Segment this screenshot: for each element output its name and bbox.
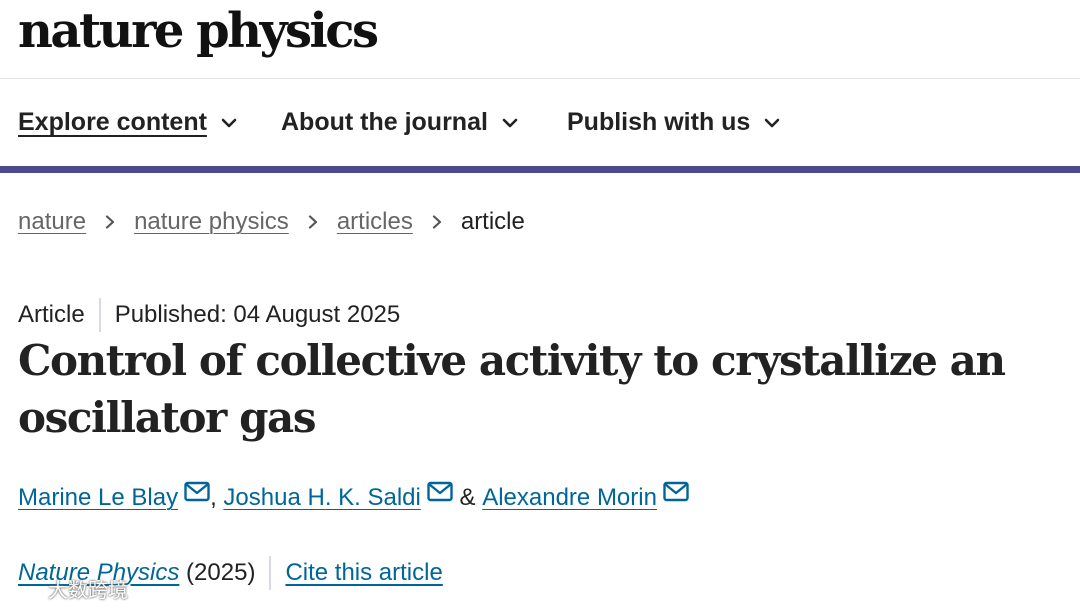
author-link[interactable]: Joshua H. K. Saldi: [223, 484, 420, 512]
nav-about-journal-label: About the journal: [281, 108, 488, 136]
published-date: Published: 04 August 2025: [114, 301, 401, 328]
watermark: 大数跨境: [14, 574, 128, 603]
meta-divider: [98, 298, 101, 332]
accent-bar: [0, 166, 1080, 173]
nav-about-journal[interactable]: About the journal: [281, 108, 520, 137]
chevron-right-icon: [308, 215, 317, 229]
chevron-down-icon: [221, 118, 237, 127]
breadcrumb-articles[interactable]: articles: [337, 208, 413, 236]
breadcrumb-nature[interactable]: nature: [18, 208, 86, 236]
chevron-right-icon: [105, 215, 115, 229]
nav-publish-with-us-label: Publish with us: [567, 108, 751, 136]
author-separator: ,: [210, 484, 224, 511]
chevron-down-icon: [502, 118, 518, 127]
site-logo[interactable]: nature physics: [18, 0, 379, 62]
nav-explore-content[interactable]: Explore content: [18, 108, 239, 137]
site-header: nature physics: [0, 0, 1080, 79]
chevron-right-icon: [432, 215, 441, 229]
nav-publish-with-us[interactable]: Publish with us: [567, 108, 782, 137]
article-type: Article: [18, 301, 85, 328]
breadcrumb-nature-physics[interactable]: nature physics: [134, 208, 289, 236]
citation-divider: [269, 556, 272, 590]
cite-article-link[interactable]: Cite this article: [285, 559, 442, 587]
breadcrumb: nature nature physics articles article: [18, 208, 525, 236]
author-link[interactable]: Marine Le Blay: [18, 484, 178, 512]
nav-explore-content-label: Explore content: [18, 108, 207, 136]
main-nav: Explore content About the journal Publis…: [0, 78, 1080, 166]
author-list: Marine Le Blay , Joshua H. K. Saldi & Al…: [18, 481, 689, 512]
author-link[interactable]: Alexandre Morin: [482, 484, 657, 512]
email-icon[interactable]: [184, 481, 210, 503]
article-meta: Article Published: 04 August 2025: [18, 298, 400, 332]
chevron-down-icon: [765, 118, 780, 127]
breadcrumb-current: article: [460, 208, 525, 235]
author-separator: &: [452, 484, 483, 511]
email-icon[interactable]: [663, 481, 689, 503]
email-icon[interactable]: [427, 481, 453, 503]
article-title: Control of collective activity to crysta…: [18, 336, 1006, 442]
publication-year: (2025): [179, 559, 256, 586]
watermark-text: 大数跨境: [48, 580, 128, 602]
